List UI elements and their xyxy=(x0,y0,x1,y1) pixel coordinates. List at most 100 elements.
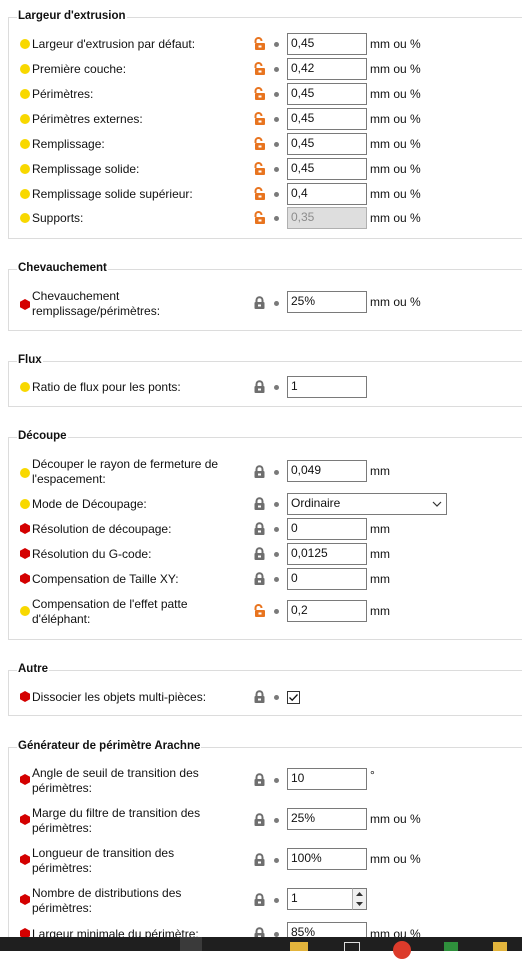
locked-lock-icon[interactable] xyxy=(253,853,266,867)
system-value-dot-icon[interactable] xyxy=(274,301,279,306)
locked-lock-icon[interactable] xyxy=(253,690,266,704)
unlocked-lock-icon[interactable] xyxy=(253,187,266,201)
locked-lock-icon[interactable] xyxy=(253,813,266,827)
setting-row-supports: Supports: 0,35 mm ou % xyxy=(0,207,522,229)
slice-closing-radius-input[interactable]: 0,049 xyxy=(287,460,367,482)
system-value-dot-icon[interactable] xyxy=(274,117,279,122)
setting-row-first-layer: Première couche: 0,42 mm ou % xyxy=(0,58,522,80)
locked-lock-icon[interactable] xyxy=(253,380,266,394)
unlocked-lock-icon[interactable] xyxy=(253,211,266,225)
default-extrusion-width-input[interactable]: 0,45 xyxy=(287,33,367,55)
unit-label: mm ou % xyxy=(370,852,421,866)
setting-label: Compensation de l'effet patte d'éléphant… xyxy=(32,597,242,627)
unlocked-lock-icon[interactable] xyxy=(253,162,266,176)
wall-distribution-count-spinner[interactable] xyxy=(352,888,367,910)
locked-lock-icon[interactable] xyxy=(253,547,266,561)
unlocked-lock-icon[interactable] xyxy=(253,87,266,101)
system-value-dot-icon[interactable] xyxy=(274,385,279,390)
unit-label: mm ou % xyxy=(370,187,421,201)
system-value-dot-icon[interactable] xyxy=(274,470,279,475)
setting-label: Périmètres externes: xyxy=(32,112,143,126)
expert-mode-hex-icon xyxy=(20,774,30,785)
system-value-dot-icon[interactable] xyxy=(274,502,279,507)
simple-mode-dot-icon xyxy=(20,382,30,392)
system-value-dot-icon[interactable] xyxy=(274,167,279,172)
unit-label: mm xyxy=(370,604,390,618)
bridge-flow-ratio-input[interactable]: 1 xyxy=(287,376,367,398)
solid-infill-width-input[interactable]: 0,45 xyxy=(287,158,367,180)
setting-label-line2: périmètres: xyxy=(32,901,93,915)
system-value-dot-icon[interactable] xyxy=(274,142,279,147)
locked-lock-icon[interactable] xyxy=(253,572,266,586)
infill-width-input[interactable]: 0,45 xyxy=(287,133,367,155)
xy-size-compensation-input[interactable]: 0 xyxy=(287,568,367,590)
first-layer-width-input[interactable]: 0,42 xyxy=(287,58,367,80)
system-value-dot-icon[interactable] xyxy=(274,818,279,823)
spin-down-icon[interactable] xyxy=(353,899,366,909)
split-multipart-objects-checkbox[interactable] xyxy=(287,691,300,704)
system-value-dot-icon[interactable] xyxy=(274,552,279,557)
perimeters-width-input[interactable]: 0,45 xyxy=(287,83,367,105)
setting-row-wall-distribution-count: Nombre de distributions des périmètres: … xyxy=(0,884,522,916)
setting-label: Nombre de distributions des périmètres: xyxy=(32,886,242,916)
slicing-resolution-input[interactable]: 0 xyxy=(287,518,367,540)
group-title-flow: Flux xyxy=(17,354,43,366)
locked-lock-icon[interactable] xyxy=(253,465,266,479)
setting-label-line1: Découper le rayon de fermeture de xyxy=(32,457,219,471)
locked-lock-icon[interactable] xyxy=(253,893,266,907)
os-taskbar xyxy=(0,937,522,959)
system-value-dot-icon[interactable] xyxy=(274,527,279,532)
unlocked-lock-icon[interactable] xyxy=(253,112,266,126)
app-icon[interactable] xyxy=(493,942,507,951)
expert-mode-hex-icon xyxy=(20,691,30,702)
top-solid-infill-width-input[interactable]: 0,4 xyxy=(287,183,367,205)
unlocked-lock-icon[interactable] xyxy=(253,604,266,618)
unlocked-lock-icon[interactable] xyxy=(253,137,266,151)
system-value-dot-icon[interactable] xyxy=(274,92,279,97)
locked-lock-icon[interactable] xyxy=(253,773,266,787)
setting-row-gcode-resolution: Résolution du G-code: 0,0125 mm xyxy=(0,543,522,565)
system-value-dot-icon[interactable] xyxy=(274,609,279,614)
window-icon[interactable] xyxy=(344,942,360,951)
external-perimeters-width-input[interactable]: 0,45 xyxy=(287,108,367,130)
system-value-dot-icon[interactable] xyxy=(274,577,279,582)
gcode-resolution-input[interactable]: 0,0125 xyxy=(287,543,367,565)
system-value-dot-icon[interactable] xyxy=(274,67,279,72)
app-icon[interactable] xyxy=(444,942,458,951)
setting-label: Longueur de transition des périmètres: xyxy=(32,846,242,876)
setting-label: Marge du filtre de transition des périmè… xyxy=(32,806,242,836)
unlocked-lock-icon[interactable] xyxy=(253,37,266,51)
setting-label-line2: l'espacement: xyxy=(32,472,106,486)
slicing-mode-select[interactable]: Ordinaire xyxy=(287,493,447,515)
spin-up-icon[interactable] xyxy=(353,889,366,899)
setting-label: Remplissage solide supérieur: xyxy=(32,187,193,201)
folder-icon[interactable] xyxy=(290,942,308,951)
wall-transition-filter-margin-input[interactable]: 25% xyxy=(287,808,367,830)
setting-row-default-extrusion-width: Largeur d'extrusion par défaut: 0,45 mm … xyxy=(0,33,522,55)
infill-perimeters-overlap-input[interactable]: 25% xyxy=(287,291,367,313)
system-value-dot-icon[interactable] xyxy=(274,192,279,197)
system-value-dot-icon[interactable] xyxy=(274,42,279,47)
system-value-dot-icon[interactable] xyxy=(274,695,279,700)
browser-icon[interactable] xyxy=(393,941,411,959)
system-value-dot-icon[interactable] xyxy=(274,778,279,783)
simple-mode-dot-icon xyxy=(20,606,30,616)
wall-transition-length-input[interactable]: 100% xyxy=(287,848,367,870)
setting-label-line1: Angle de seuil de transition des xyxy=(32,766,199,780)
locked-lock-icon[interactable] xyxy=(253,296,266,310)
elephant-foot-compensation-input[interactable]: 0,2 xyxy=(287,600,367,622)
setting-label-line2: remplissage/périmètres: xyxy=(32,304,161,318)
system-value-dot-icon[interactable] xyxy=(274,898,279,903)
locked-lock-icon[interactable] xyxy=(253,497,266,511)
setting-label: Compensation de Taille XY: xyxy=(32,572,179,586)
system-value-dot-icon[interactable] xyxy=(274,216,279,221)
simple-mode-dot-icon xyxy=(20,499,30,509)
unlocked-lock-icon[interactable] xyxy=(253,62,266,76)
wall-transition-angle-input[interactable]: 10 xyxy=(287,768,367,790)
group-title-overlap: Chevauchement xyxy=(17,262,108,274)
setting-label: Largeur d'extrusion par défaut: xyxy=(32,37,196,51)
system-value-dot-icon[interactable] xyxy=(274,858,279,863)
locked-lock-icon[interactable] xyxy=(253,522,266,536)
simple-mode-dot-icon xyxy=(20,139,30,149)
setting-row-solid-infill: Remplissage solide: 0,45 mm ou % xyxy=(0,158,522,180)
